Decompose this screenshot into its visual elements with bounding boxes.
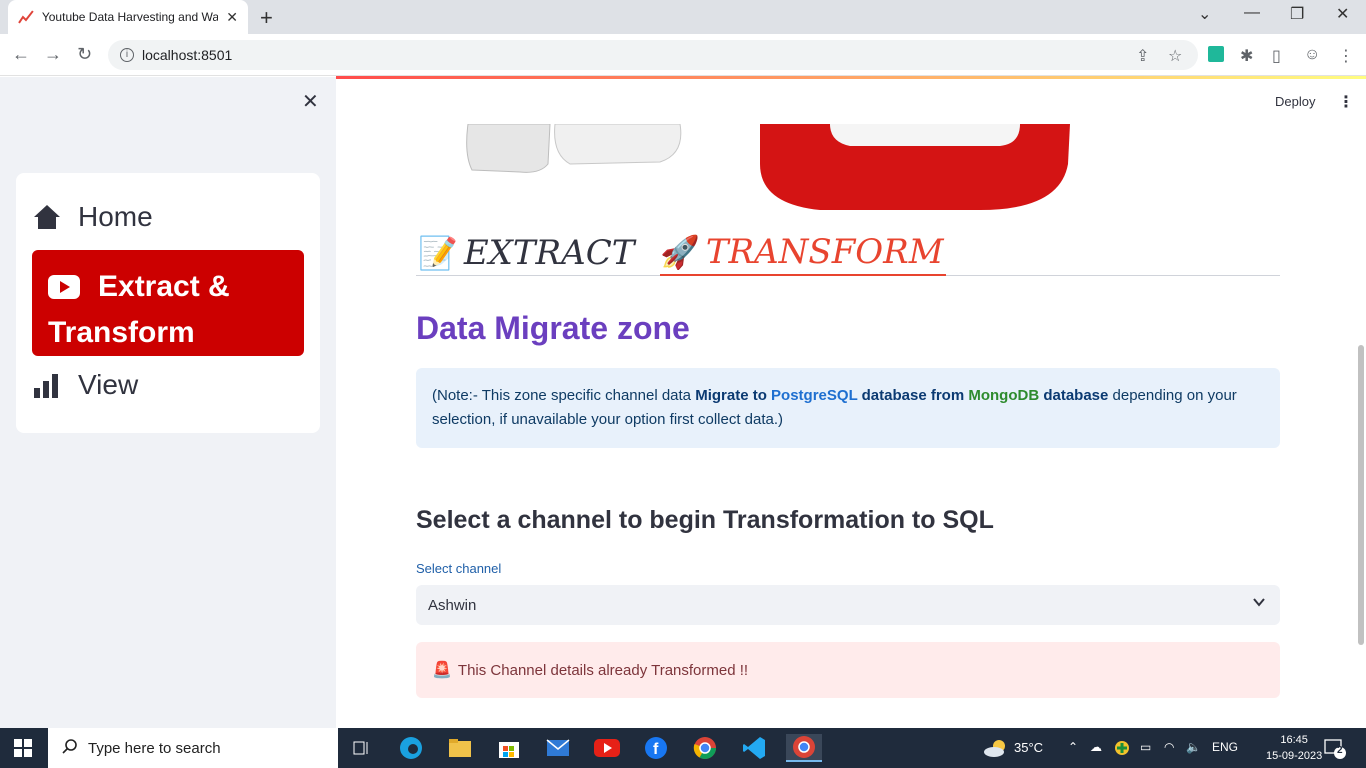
sidebar-item-label-line2: Transform xyxy=(48,316,195,349)
page-title: Data Migrate zone xyxy=(416,310,690,346)
app-menu-icon[interactable]: ⋮ xyxy=(1338,92,1354,112)
sidebar-item-home[interactable]: Home xyxy=(32,201,153,233)
new-tab-icon[interactable]: + xyxy=(260,5,273,31)
svg-text:f: f xyxy=(653,741,659,758)
back-icon[interactable]: ← xyxy=(12,44,30,65)
tab-transform[interactable]: 🚀 TRANSFORM xyxy=(660,230,946,276)
close-window-icon[interactable]: ✕ xyxy=(1336,4,1349,24)
note-bold: database from xyxy=(857,387,969,404)
bookmark-star-icon[interactable]: ☆ xyxy=(1168,46,1182,66)
tab-bar: 📝 EXTRACT 🚀 TRANSFORM xyxy=(416,226,1280,276)
info-note: (Note:- This zone specific channel data … xyxy=(416,368,1280,448)
tab-extract[interactable]: 📝 EXTRACT xyxy=(418,230,634,276)
wifi-icon[interactable]: ◠ xyxy=(1164,740,1174,754)
weather-temp: 35°C xyxy=(1014,740,1044,755)
share-icon[interactable]: ⇪ xyxy=(1136,46,1149,66)
reload-icon[interactable]: ↻ xyxy=(77,44,92,65)
weather-icon[interactable] xyxy=(982,734,1010,762)
tab-label: TRANSFORM xyxy=(705,232,944,272)
windows-taskbar: Type here to search f 35°C ⌃ ☁ ▭ ◠ 🔈 ENG… xyxy=(0,728,1366,768)
sidebar-item-label: Home xyxy=(78,201,153,232)
select-value: Ashwin xyxy=(428,596,477,614)
clock[interactable]: 16:45 15-09-2023 xyxy=(1266,732,1322,764)
search-icon xyxy=(62,738,78,758)
mail-icon[interactable] xyxy=(544,734,572,762)
task-view-icon[interactable] xyxy=(348,734,376,762)
chrome-icon[interactable] xyxy=(691,734,719,762)
tab-label: EXTRACT xyxy=(463,233,635,273)
notifications-icon[interactable]: 2 xyxy=(1324,737,1346,762)
profile-avatar-icon[interactable]: ☺ xyxy=(1304,46,1320,64)
tray-chevron-icon[interactable]: ⌃ xyxy=(1068,740,1078,754)
clock-date: 15-09-2023 xyxy=(1266,750,1323,762)
extensions-puzzle-icon[interactable]: ✱ xyxy=(1240,46,1253,66)
select-label: Select channel xyxy=(416,561,502,576)
edge-icon[interactable] xyxy=(397,734,425,762)
close-sidebar-icon[interactable]: ✕ xyxy=(302,89,319,114)
browser-tab-strip: Youtube Data Harvesting and Wa ✕ + ⌄ — ❐… xyxy=(0,0,1366,34)
rocket-icon: 🚀 xyxy=(660,233,700,271)
search-placeholder: Type here to search xyxy=(88,739,221,757)
tray-app-icon[interactable] xyxy=(1114,740,1130,759)
note-bold: database xyxy=(1039,387,1109,404)
battery-icon[interactable]: ▭ xyxy=(1140,740,1151,754)
notification-count: 2 xyxy=(1337,745,1343,756)
note-postgresql: PostgreSQL xyxy=(771,387,858,404)
alert-text: This Channel details already Transformed… xyxy=(457,661,749,679)
browser-toolbar: ← → ↻ i localhost:8501 ⇪ ☆ ✱ ▯ ☺ ⋮ xyxy=(0,34,1366,76)
house-icon xyxy=(32,203,62,231)
taskbar-search[interactable]: Type here to search xyxy=(48,728,338,768)
section-heading: Select a channel to begin Transformation… xyxy=(416,506,994,534)
extension-icon[interactable] xyxy=(1208,46,1224,62)
file-explorer-icon[interactable] xyxy=(446,734,474,762)
header-decoration xyxy=(336,76,1366,79)
chevron-down-icon xyxy=(1252,595,1266,613)
language-indicator[interactable]: ENG xyxy=(1212,740,1238,754)
siren-icon: 🚨 xyxy=(432,662,452,679)
restore-icon[interactable]: ❐ xyxy=(1290,4,1304,24)
vscode-icon[interactable] xyxy=(740,734,768,762)
app-favicon-icon xyxy=(18,10,34,24)
sidebar-item-extract-transform[interactable]: Extract & Transform xyxy=(32,250,304,356)
sidebar-item-view[interactable]: View xyxy=(32,369,138,401)
url-text: localhost:8501 xyxy=(142,47,233,63)
deploy-button[interactable]: Deploy xyxy=(1275,94,1315,109)
cloud-icon[interactable]: ☁ xyxy=(1090,740,1102,754)
note-mongodb: MongoDB xyxy=(968,387,1040,404)
sidebar-item-label-line1: Extract & xyxy=(98,270,230,303)
forward-icon[interactable]: → xyxy=(44,44,62,65)
tab-title: Youtube Data Harvesting and Wa xyxy=(41,10,219,24)
windows-start-icon[interactable] xyxy=(14,739,32,757)
memo-icon: 📝 xyxy=(418,234,458,272)
site-info-icon[interactable]: i xyxy=(120,48,134,62)
chrome-active-window-icon[interactable] xyxy=(786,734,822,762)
youtube-logo-banner xyxy=(460,124,1080,214)
bar-chart-icon xyxy=(32,372,62,398)
tab-search-icon[interactable]: ⌄ xyxy=(1198,4,1211,24)
error-alert: 🚨 This Channel details already Transform… xyxy=(416,642,1280,698)
minimize-icon[interactable]: — xyxy=(1244,4,1260,22)
sidebar-item-label: View xyxy=(78,369,139,400)
channel-select[interactable]: Ashwin xyxy=(416,585,1280,625)
chrome-menu-icon[interactable]: ⋮ xyxy=(1338,46,1354,66)
youtube-icon xyxy=(48,275,80,299)
sidebar: ✕ Home Extract & Transform View xyxy=(0,77,336,728)
scrollbar[interactable] xyxy=(1358,345,1364,645)
store-icon[interactable] xyxy=(495,734,523,762)
note-text: (Note:- This zone specific channel data xyxy=(432,387,696,404)
facebook-icon[interactable]: f xyxy=(642,734,670,762)
note-bold: Migrate to xyxy=(695,387,772,404)
youtube-app-icon[interactable] xyxy=(593,734,621,762)
nav-menu: Home Extract & Transform View xyxy=(16,173,320,433)
address-bar[interactable]: i localhost:8501 xyxy=(108,40,1198,70)
close-tab-icon[interactable]: ✕ xyxy=(226,9,238,26)
clock-time: 16:45 xyxy=(1280,734,1308,746)
browser-tab[interactable]: Youtube Data Harvesting and Wa ✕ xyxy=(8,0,248,34)
side-panel-icon[interactable]: ▯ xyxy=(1272,46,1281,66)
volume-icon[interactable]: 🔈 xyxy=(1186,740,1201,754)
